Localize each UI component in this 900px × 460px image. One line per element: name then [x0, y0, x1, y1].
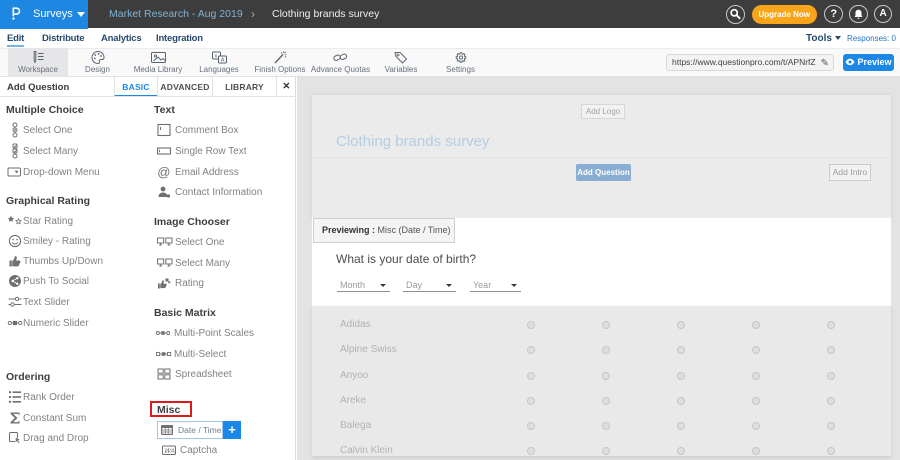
svg-text:@: @ [157, 164, 170, 179]
svg-text:𝑊A: 𝑊A [165, 447, 175, 454]
svg-text:A: A [220, 58, 224, 64]
svg-text:x: x [214, 54, 217, 60]
